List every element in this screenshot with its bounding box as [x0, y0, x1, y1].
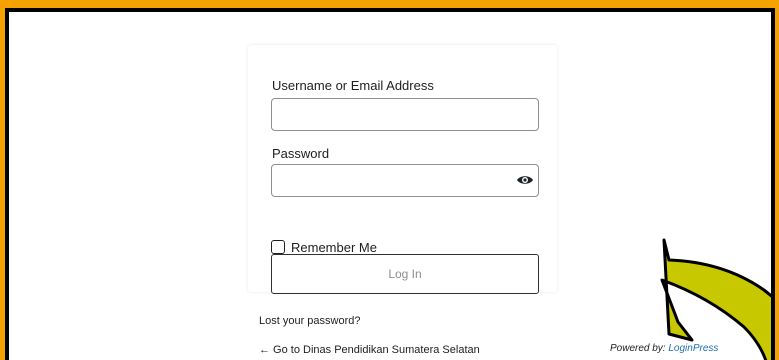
annotation-arrow	[660, 238, 771, 360]
browser-frame: Username or Email Address Password Remem…	[5, 8, 775, 360]
